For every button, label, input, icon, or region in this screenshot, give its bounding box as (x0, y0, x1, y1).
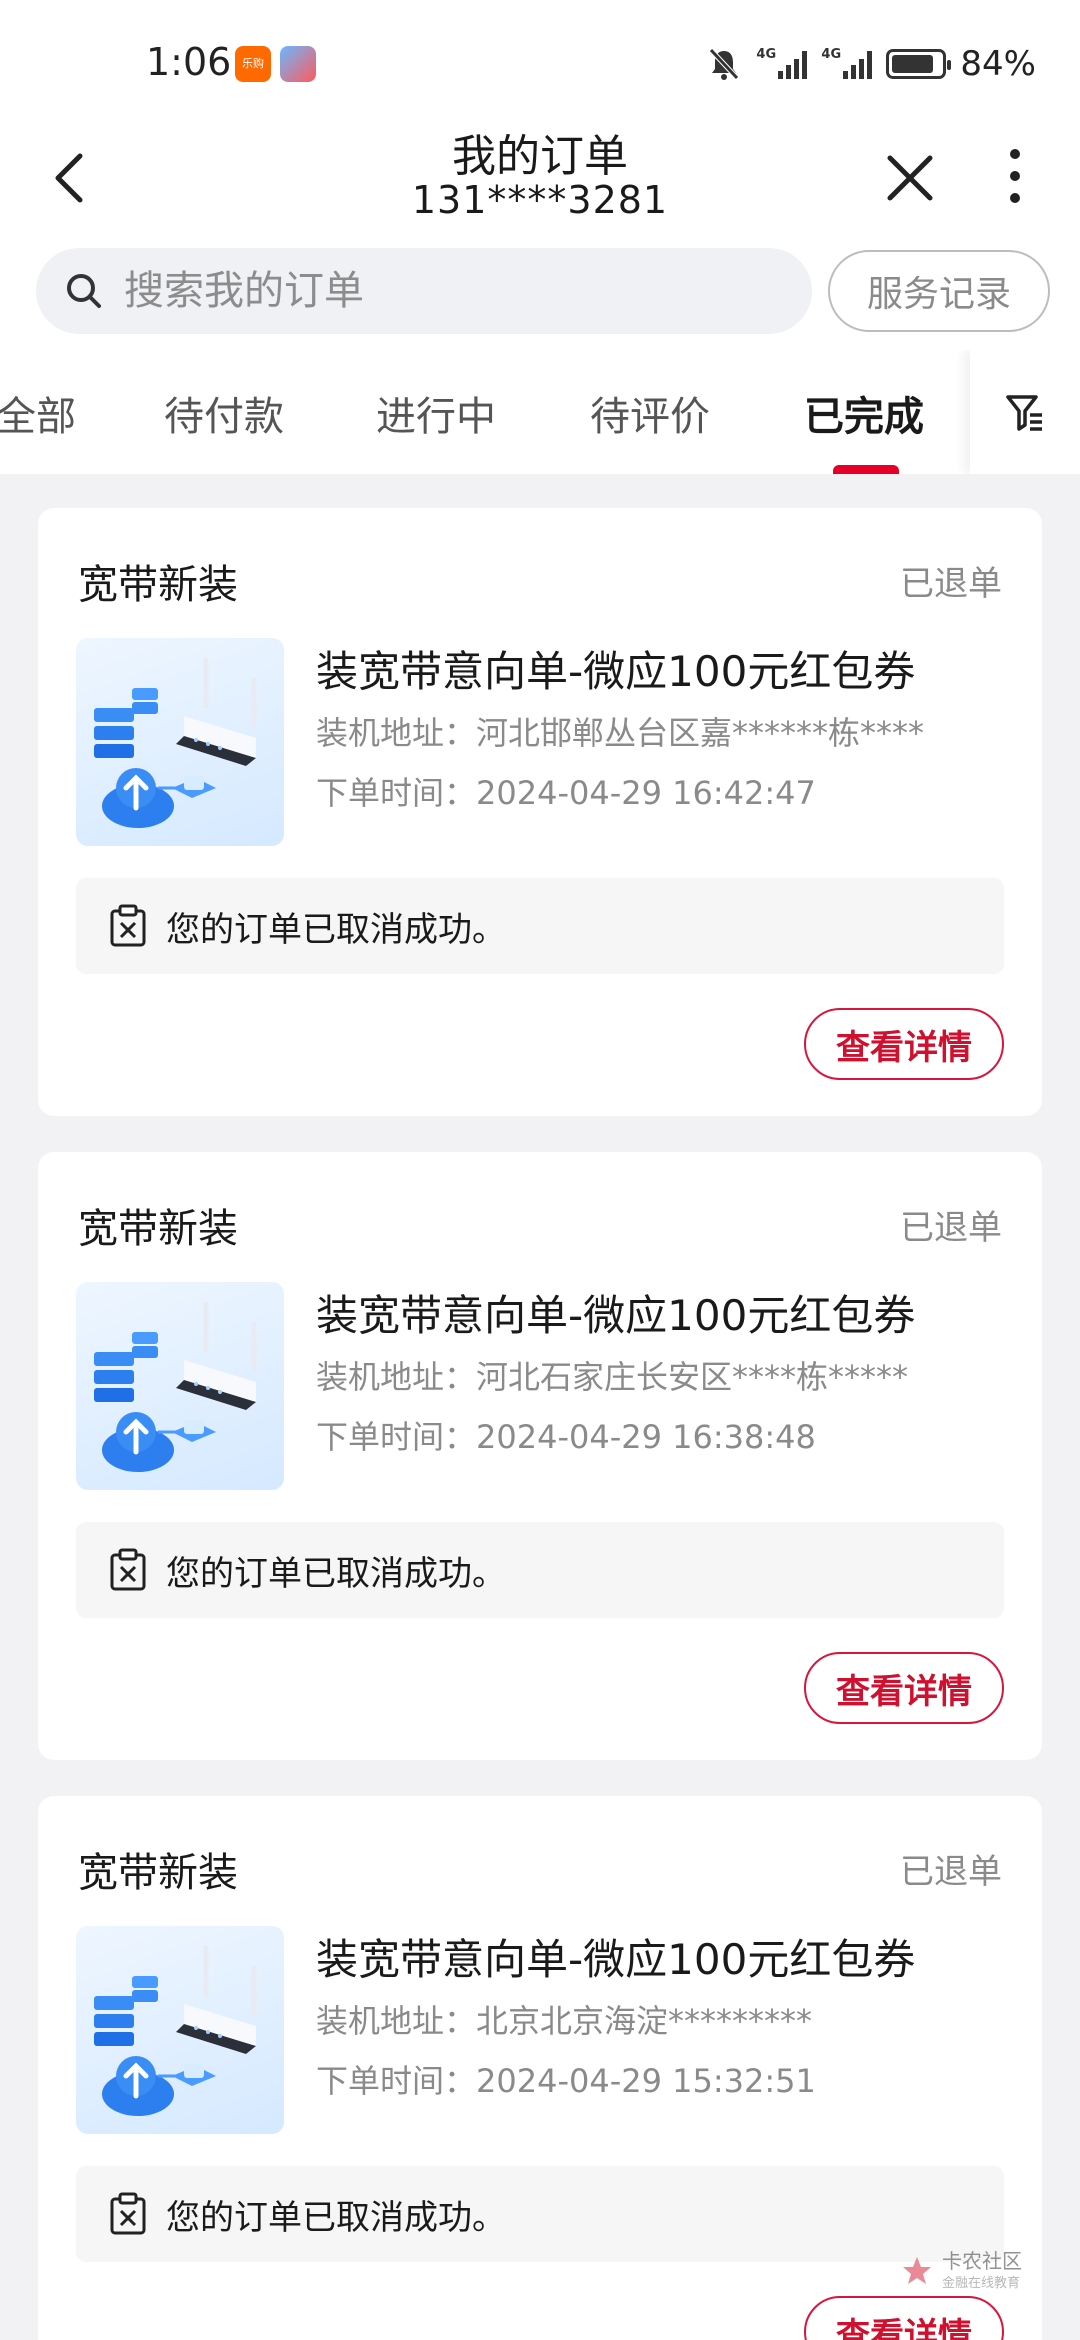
install-address: 装机地址：北京北京海淀********* (316, 2002, 813, 2040)
order-type: 宽带新装 (78, 562, 238, 608)
product-name: 装宽带意向单-微应100元红包券 (316, 1291, 916, 1340)
broadband-product-image (76, 1282, 284, 1490)
status-icons: 4G 4G 84% (706, 44, 1036, 84)
filter-button[interactable] (970, 350, 1080, 474)
tab-pending-review[interactable]: 待评价 (590, 384, 710, 442)
order-time: 下单时间：2024-04-29 16:38:48 (316, 1418, 816, 1456)
clipboard-cancel-icon (110, 1548, 146, 1591)
watermark-text: 卡农社区 (942, 2249, 1022, 2273)
watermark-subtext: 金融在线教育 (942, 2276, 1021, 2291)
close-icon (887, 155, 933, 201)
broadband-product-image (76, 1926, 284, 2134)
install-address: 装机地址：河北邯郸丛台区嘉******栋**** (316, 714, 925, 752)
notice-text: 您的订单已取消成功。 (166, 1553, 506, 1594)
battery-fill (892, 55, 933, 73)
watermark-logo-icon (903, 2256, 931, 2284)
more-button[interactable] (990, 140, 1040, 210)
cancel-notice: 您的订单已取消成功。 (76, 2166, 1004, 2262)
product-name: 装宽带意向单-微应100元红包券 (316, 1935, 916, 1984)
status-time: 1:06 (146, 40, 232, 84)
order-type: 宽带新装 (78, 1206, 238, 1252)
cancel-notice: 您的订单已取消成功。 (76, 878, 1004, 974)
tab-in-progress[interactable]: 进行中 (376, 384, 496, 442)
header: 我的订单 131****3281 (0, 120, 1080, 240)
status-bar: 1:06 乐购 4G 4G 84% (0, 0, 1080, 120)
battery-icon (886, 49, 952, 79)
install-address: 装机地址：河北石家庄长安区****栋***** (316, 1358, 909, 1396)
active-tab-indicator (833, 465, 899, 474)
battery-percent: 84% (960, 44, 1036, 84)
order-card: 宽带新装 已退单 装宽带意向单-微应100元红包券 装机地址：河北邯郸丛台区嘉*… (38, 508, 1042, 1116)
tab-all[interactable]: 全部 (0, 384, 76, 442)
signal-1-label: 4G (756, 47, 777, 62)
tab-pending-payment[interactable]: 待付款 (164, 384, 284, 442)
broadband-product-image (76, 638, 284, 846)
close-button[interactable] (880, 140, 940, 210)
taobao-app-icon: 乐购 (235, 46, 271, 82)
notice-text: 您的订单已取消成功。 (166, 909, 506, 950)
signal-2-icon: 4G (821, 47, 873, 79)
notice-text: 您的订单已取消成功。 (166, 2197, 506, 2238)
order-tabs: 全部 待付款 进行中 待评价 已完成 (0, 350, 1080, 474)
order-time: 下单时间：2024-04-29 15:32:51 (316, 2062, 816, 2100)
service-record-button[interactable]: 服务记录 (828, 250, 1050, 332)
order-card: 宽带新装 已退单 装宽带意向单-微应100元红包券 装机地址：河北石家庄长安区*… (38, 1152, 1042, 1760)
search-icon (67, 274, 101, 308)
game-app-icon (280, 46, 316, 82)
view-details-button[interactable]: 查看详情 (804, 1652, 1004, 1724)
watermark: 卡农社区 金融在线教育 (900, 2250, 1022, 2291)
signal-2-label: 4G (821, 47, 842, 62)
cancel-notice: 您的订单已取消成功。 (76, 1522, 1004, 1618)
order-type: 宽带新装 (78, 1850, 238, 1896)
view-details-button[interactable]: 查看详情 (804, 2296, 1004, 2340)
search-box[interactable] (36, 248, 812, 334)
order-card: 宽带新装 已退单 装宽带意向单-微应100元红包券 装机地址：北京北京海淀***… (38, 1796, 1042, 2340)
search-input[interactable] (124, 268, 724, 314)
order-status: 已退单 (900, 1208, 1002, 1248)
filter-icon (1006, 395, 1042, 431)
clipboard-cancel-icon (110, 2192, 146, 2235)
clipboard-cancel-icon (110, 904, 146, 947)
signal-1-icon: 4G (756, 47, 808, 79)
order-status: 已退单 (900, 1852, 1002, 1892)
tab-completed[interactable]: 已完成 (804, 384, 924, 442)
search-row: 服务记录 (0, 240, 1080, 350)
product-name: 装宽带意向单-微应100元红包券 (316, 647, 916, 696)
order-status: 已退单 (900, 564, 1002, 604)
bell-muted-icon (709, 48, 740, 80)
order-time: 下单时间：2024-04-29 16:42:47 (316, 774, 816, 812)
view-details-button[interactable]: 查看详情 (804, 1008, 1004, 1080)
more-vertical-icon (1010, 149, 1020, 203)
